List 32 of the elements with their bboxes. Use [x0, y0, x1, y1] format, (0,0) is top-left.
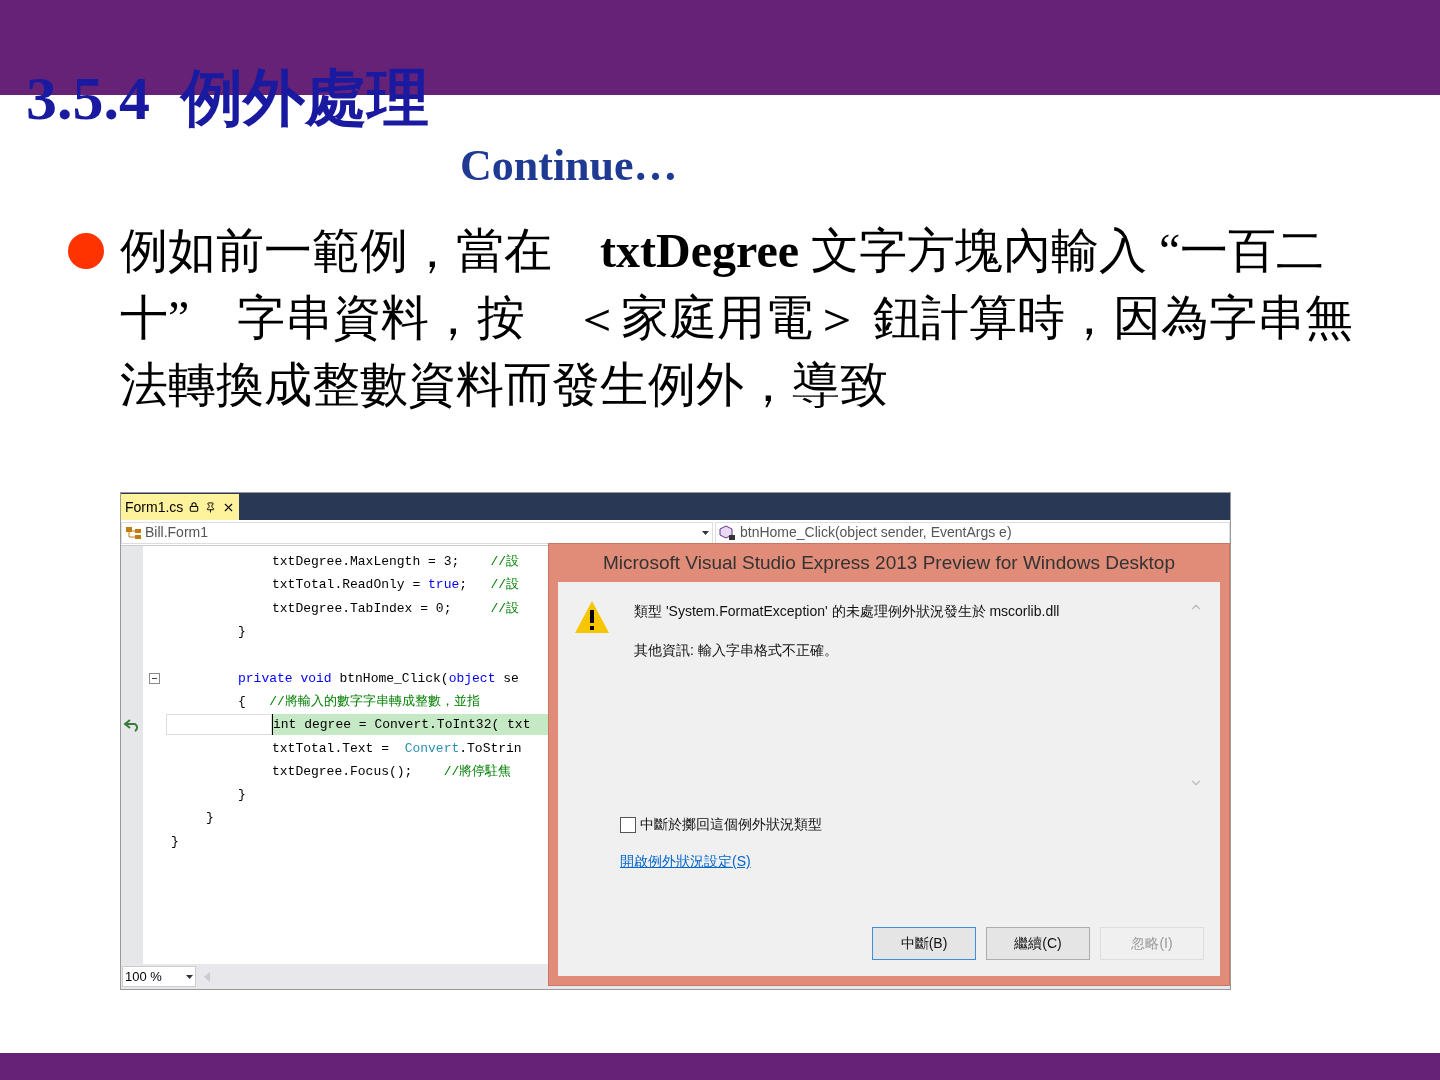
slide-subtitle: Continue… — [460, 141, 678, 191]
code-text: } — [238, 623, 246, 642]
caret-icon — [186, 974, 193, 979]
caret-icon — [702, 530, 709, 535]
pin-icon[interactable] — [205, 501, 217, 513]
dialog-button[interactable]: 中斷(B) — [872, 927, 976, 960]
file-tab[interactable]: Form1.cs — [121, 494, 240, 520]
class-icon — [125, 525, 143, 540]
exception-message: 類型 'System.FormatException' 的未處理例外狀況發生於 mscorlib.dll — [634, 602, 1061, 621]
warning-icon — [574, 600, 610, 634]
code-text: txtTotal.ReadOnly = true; //設 — [272, 576, 520, 595]
method-icon — [719, 524, 737, 541]
code-text: txtDegree.MaxLength = 3; //設 — [272, 553, 520, 572]
code-text: } — [206, 809, 214, 828]
exception-detail: 其他資訊: 輸入字串格式不正確。 — [634, 641, 839, 660]
exception-settings-link[interactable]: 開啟例外狀況設定(S) — [620, 851, 751, 872]
code-text: { //將輸入的數字字串轉成整數，並指 — [238, 692, 480, 711]
lock-icon — [189, 502, 200, 512]
code-text: txtTotal.Text = Convert.ToStrin — [272, 739, 522, 758]
collapse-icon[interactable] — [149, 672, 160, 684]
break-checkbox[interactable] — [620, 816, 636, 833]
code-text: private void btnHome_Click(object se — [238, 669, 519, 688]
code-text: } — [171, 832, 179, 851]
dialog-button[interactable]: 繼續(C) — [986, 927, 1090, 960]
checkbox-label: 中斷於擲回這個例外狀況類型 — [640, 815, 822, 834]
code-text: } — [238, 786, 246, 805]
code-text: txtDegree.TabIndex = 0; //設 — [272, 599, 520, 618]
code-text: txtDegree.Focus(); //將停駐焦 — [272, 762, 512, 781]
dialog-title: Microsoft Visual Studio Express 2013 Preview for Windows Desktop — [602, 550, 1176, 575]
zoom-dropdown[interactable]: 100 % — [122, 966, 196, 987]
bullet-text: 例如前一範例，當在 txtDegree 文字方塊內輸入 “一百二十” 字串資料，按 ＜家庭用電＞ 鈕計算時，因為字串無法轉換成整數資料而發生例外，導致 — [120, 223, 1355, 413]
current-statement-arrow-icon — [123, 717, 141, 732]
